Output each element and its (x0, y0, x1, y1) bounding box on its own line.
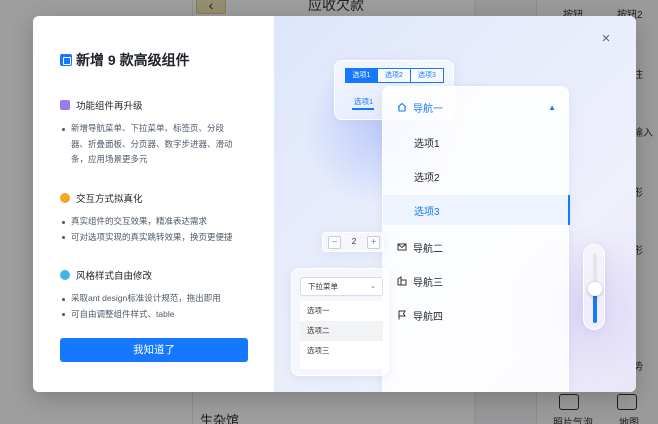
feature-title: 功能组件再升级 (76, 101, 143, 112)
nav-group-label: 导航一 (413, 103, 443, 115)
number-stepper-preview: − 2 + (322, 232, 384, 252)
dropdown-option[interactable]: 选项二 (300, 321, 383, 341)
modal-title-row: 新增 9 款高级组件 (60, 50, 190, 70)
nav-item-label: 导航三 (413, 277, 443, 289)
palette-icon (60, 270, 70, 280)
close-icon[interactable]: × (599, 31, 613, 46)
segment-option-3[interactable]: 选项3 (411, 68, 444, 83)
home-icon (397, 102, 407, 112)
mail-icon (397, 242, 407, 252)
nav-sub-label: 选项3 (414, 206, 440, 218)
nav-selected-indicator (568, 195, 570, 225)
tab-active-indicator (352, 108, 374, 110)
nav-sub-item-1[interactable]: 选项1 (383, 127, 570, 157)
nav-sub-item-3[interactable]: 选项3 (383, 195, 570, 225)
nav-sub-label: 选项2 (414, 172, 440, 184)
flag-icon (397, 310, 407, 320)
chevron-up-icon: ▲ (548, 103, 556, 112)
segmented-control: 选项1 选项2 选项3 (345, 68, 444, 83)
nav-menu-preview: 导航一 ▲ 选项1 选项2 选项3 导航二 导航三 导航四 (382, 86, 570, 392)
feature-section-3: 风格样式自由修改 采取ant design标准设计规范，拖出即用 可自由调整组件… (60, 268, 221, 322)
building-icon (397, 276, 407, 286)
feature-item: 采取ant design标准设计规范，拖出即用 (62, 291, 221, 307)
tab-option-1[interactable]: 选项1 (354, 96, 373, 107)
got-it-button[interactable]: 我知道了 (60, 338, 248, 362)
feature-item: 可自由调整组件样式、table (62, 307, 221, 323)
nav-item-label: 导航四 (413, 311, 443, 323)
modal-title: 新增 9 款高级组件 (76, 52, 190, 68)
nav-sub-item-2[interactable]: 选项2 (383, 161, 570, 191)
stepper-minus-button[interactable]: − (328, 236, 341, 249)
feature-item: 可对选项实现的真实跳转效果，换页更便捷 (62, 230, 233, 246)
chevron-down-icon: ⌄ (370, 283, 376, 290)
segment-option-2[interactable]: 选项2 (378, 68, 411, 83)
feature-section-1: 功能组件再升级 新增导航菜单、下拉菜单、标签页、分段器、折叠面板、分页器、数字步… (60, 98, 240, 168)
dropdown-option[interactable]: 选项一 (300, 301, 383, 321)
nav-item-label: 导航二 (413, 243, 443, 255)
stepper-plus-button[interactable]: + (367, 236, 380, 249)
feature-item: 真实组件的交互效果，精准表达需求 (62, 214, 233, 230)
nav-item-2[interactable]: 导航二 (383, 232, 570, 262)
nav-group-1[interactable]: 导航一 ▲ (383, 92, 570, 122)
nav-item-3[interactable]: 导航三 (383, 266, 570, 296)
stepper-value[interactable]: 2 (349, 237, 359, 246)
nav-item-4[interactable]: 导航四 (383, 300, 570, 330)
modal-left-panel: 新增 9 款高级组件 功能组件再升级 新增导航菜单、下拉菜单、标签页、分段器、折… (33, 16, 274, 392)
slider-handle[interactable] (588, 282, 602, 297)
feature-section-2: 交互方式拟真化 真实组件的交互效果，精准表达需求 可对选项实现的真实跳转效果，换… (60, 191, 233, 245)
feature-announcement-modal: 新增 9 款高级组件 功能组件再升级 新增导航菜单、下拉菜单、标签页、分段器、折… (33, 16, 636, 392)
pointer-icon (60, 193, 70, 203)
nav-sub-label: 选项1 (414, 138, 440, 150)
feature-title: 交互方式拟真化 (76, 194, 143, 205)
feature-item: 新增导航菜单、下拉菜单、标签页、分段器、折叠面板、分页器、数字步进器、滑动条，应… (62, 121, 240, 168)
segment-option-1[interactable]: 选项1 (345, 68, 378, 83)
dropdown-option[interactable]: 选项三 (300, 341, 383, 361)
dropdown-label: 下拉菜单 (308, 282, 338, 291)
slider-preview-card (583, 244, 605, 330)
dropdown-menu: 选项一 选项二 选项三 (300, 301, 383, 369)
logo-icon (60, 54, 72, 66)
dropdown-preview-card: 下拉菜单 ⌄ 选项一 选项二 选项三 (291, 268, 389, 376)
cube-icon (60, 100, 70, 110)
dropdown-trigger[interactable]: 下拉菜单 ⌄ (300, 277, 383, 296)
modal-preview-panel: × 选项1 选项2 选项3 选项1 导航一 ▲ 选项1 选项2 选项3 导航二 … (274, 16, 636, 392)
feature-title: 风格样式自由修改 (76, 271, 153, 282)
